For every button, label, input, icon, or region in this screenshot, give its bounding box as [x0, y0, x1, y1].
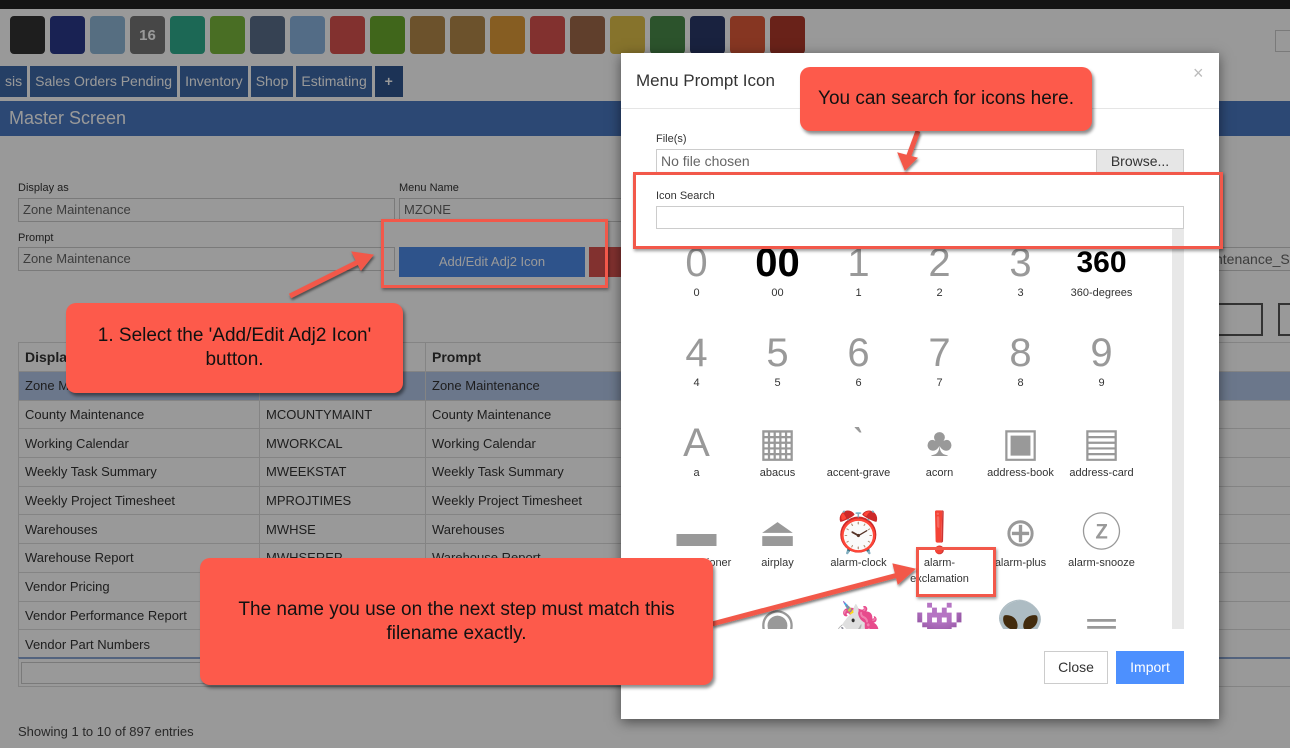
- arrow-step1: [288, 259, 360, 299]
- arrowhead-search: [897, 152, 918, 171]
- callout-step1: 1. Select the 'Add/Edit Adj2 Icon' butto…: [66, 303, 403, 393]
- callout-search: You can search for icons here.: [800, 67, 1092, 131]
- arrow-filename: [711, 572, 899, 627]
- arrow-search: [905, 130, 921, 159]
- arrowhead-filename: [892, 563, 917, 585]
- callout-filename: The name you use on the next step must m…: [200, 558, 713, 685]
